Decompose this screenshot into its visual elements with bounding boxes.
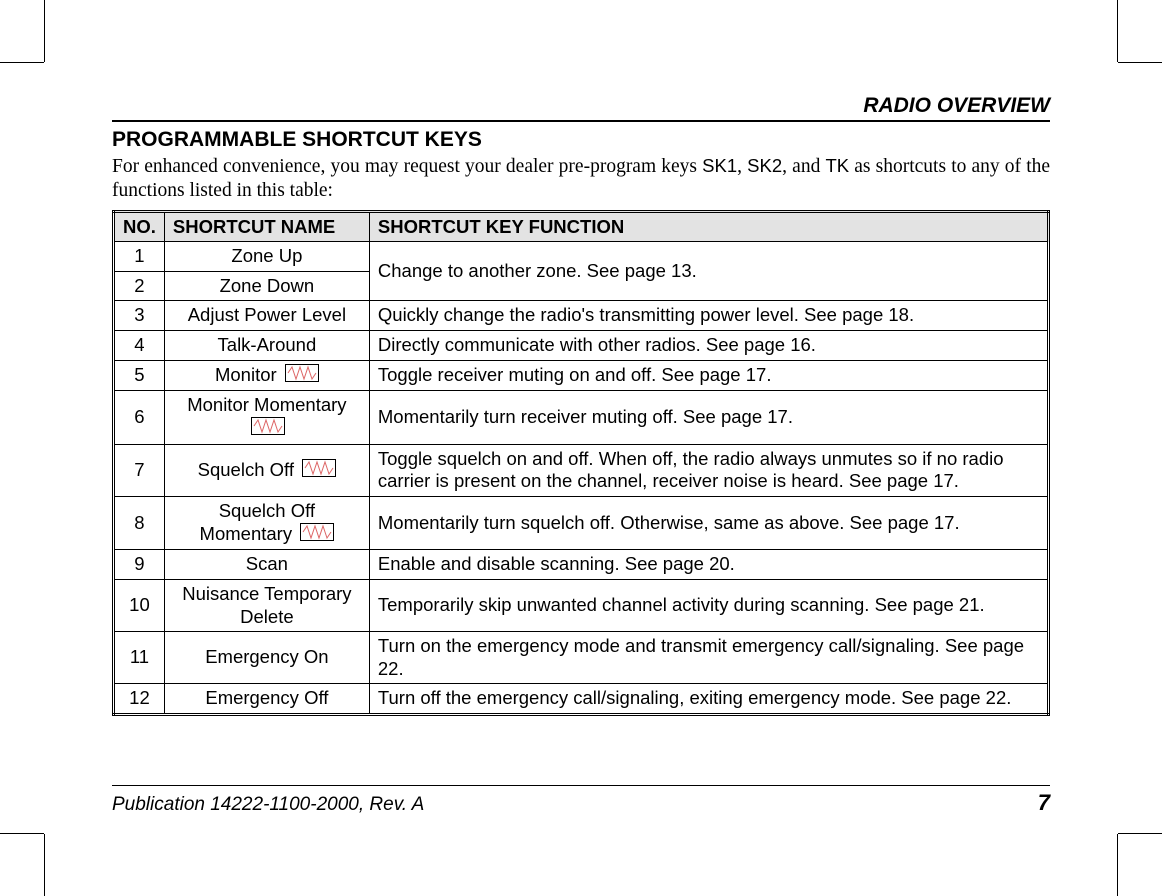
cell-no: 11: [114, 632, 165, 684]
cell-name: Nuisance Temporary Delete: [164, 580, 369, 632]
cell-name: Squelch Off Momentary: [164, 497, 369, 550]
running-header: RADIO OVERVIEW: [112, 94, 1050, 122]
intro-text: , and: [782, 156, 825, 177]
shortcut-name: Squelch Off: [198, 459, 294, 480]
cell-function: Temporarily skip unwanted channel activi…: [369, 580, 1048, 632]
wave-icon: [251, 417, 285, 441]
cell-function: Turn on the emergency mode and transmit …: [369, 632, 1048, 684]
cell-function: Quickly change the radio's transmitting …: [369, 301, 1048, 331]
table-row: 6 Monitor Momentary Momentarily turn rece…: [114, 391, 1049, 444]
page: RADIO OVERVIEW PROGRAMMABLE SHORTCUT KEY…: [44, 62, 1118, 834]
cell-function: Toggle squelch on and off. When off, the…: [369, 444, 1048, 496]
cell-no: 3: [114, 301, 165, 331]
cell-function: Turn off the emergency call/signaling, e…: [369, 684, 1048, 715]
cell-name: Zone Up: [164, 242, 369, 272]
shortcut-name: Squelch Off Momentary: [200, 500, 316, 544]
cell-name: Monitor: [164, 360, 369, 391]
cell-function: Enable and disable scanning. See page 20…: [369, 550, 1048, 580]
shortcut-table: NO. SHORTCUT NAME SHORTCUT KEY FUNCTION …: [112, 210, 1050, 716]
cell-name: Squelch Off: [164, 444, 369, 496]
shortcut-name: Zone Down: [220, 275, 315, 296]
cell-name: Scan: [164, 550, 369, 580]
section-title: PROGRAMMABLE SHORTCUT KEYS: [112, 128, 1050, 152]
cell-function: Momentarily turn squelch off. Otherwise,…: [369, 497, 1048, 550]
wave-icon: [285, 364, 319, 388]
shortcut-name: Emergency Off: [205, 687, 328, 708]
table-row: 10 Nuisance Temporary Delete Temporarily s…: [114, 580, 1049, 632]
shortcut-name: Scan: [246, 553, 288, 574]
page-number: 7: [1038, 790, 1050, 816]
table-row: 11 Emergency On Turn on the emergency mode…: [114, 632, 1049, 684]
wave-icon: [300, 523, 334, 547]
table-row: 8 Squelch Off Momentary Momentarily turn …: [114, 497, 1049, 550]
table-row: 7 Squelch Off Toggle squelch on and off. …: [114, 444, 1049, 496]
cell-no: 5: [114, 360, 165, 391]
table-row: 12 Emergency Off Turn off the emergency ca…: [114, 684, 1049, 715]
shortcut-name: Nuisance Temporary Delete: [182, 583, 351, 627]
cell-function: Toggle receiver muting on and off. See p…: [369, 360, 1048, 391]
intro-paragraph: For enhanced convenience, you may reques…: [112, 154, 1050, 204]
cell-name: Talk-Around: [164, 331, 369, 361]
key-tk: TK: [825, 155, 849, 176]
intro-text: ,: [737, 156, 747, 177]
col-name: SHORTCUT NAME: [164, 211, 369, 242]
cell-no: 6: [114, 391, 165, 444]
shortcut-name: Monitor Momentary: [187, 394, 346, 415]
cell-name: Adjust Power Level: [164, 301, 369, 331]
cell-name: Zone Down: [164, 271, 369, 301]
table-row: 3 Adjust Power Level Quickly change the ra…: [114, 301, 1049, 331]
shortcut-name: Emergency On: [205, 646, 328, 667]
cell-function: Change to another zone. See page 13.: [369, 242, 1048, 301]
cell-no: 7: [114, 444, 165, 496]
key-sk2: SK2: [747, 155, 782, 176]
col-func: SHORTCUT KEY FUNCTION: [369, 211, 1048, 242]
shortcut-name: Zone Up: [231, 245, 302, 266]
table-row: 9 Scan Enable and disable scanning. See pa…: [114, 550, 1049, 580]
key-sk1: SK1: [702, 155, 737, 176]
cell-no: 12: [114, 684, 165, 715]
cell-function: Momentarily turn receiver muting off. Se…: [369, 391, 1048, 444]
table-header-row: NO. SHORTCUT NAME SHORTCUT KEY FUNCTION: [114, 211, 1049, 242]
cell-no: 9: [114, 550, 165, 580]
wave-icon: [302, 459, 336, 483]
table-row: 5 Monitor Toggle receiver muting on and o…: [114, 360, 1049, 391]
cell-no: 10: [114, 580, 165, 632]
shortcut-name: Monitor: [215, 364, 277, 385]
cell-name: Monitor Momentary: [164, 391, 369, 444]
cell-no: 8: [114, 497, 165, 550]
page-footer: Publication 14222-1100-2000, Rev. A 7: [112, 785, 1050, 816]
cell-no: 1: [114, 242, 165, 272]
shortcut-name: Talk-Around: [218, 334, 317, 355]
cell-name: Emergency Off: [164, 684, 369, 715]
cell-no: 4: [114, 331, 165, 361]
cell-function: Directly communicate with other radios. …: [369, 331, 1048, 361]
table-row: 4 Talk-Around Directly communicate with ot…: [114, 331, 1049, 361]
shortcut-name: Adjust Power Level: [188, 304, 346, 325]
publication-id: Publication 14222-1100-2000, Rev. A: [112, 794, 424, 816]
col-no: NO.: [114, 211, 165, 242]
intro-text: For enhanced convenience, you may reques…: [112, 156, 702, 177]
cell-no: 2: [114, 271, 165, 301]
table-row: 1Zone UpChange to another zone. See page…: [114, 242, 1049, 272]
cell-name: Emergency On: [164, 632, 369, 684]
